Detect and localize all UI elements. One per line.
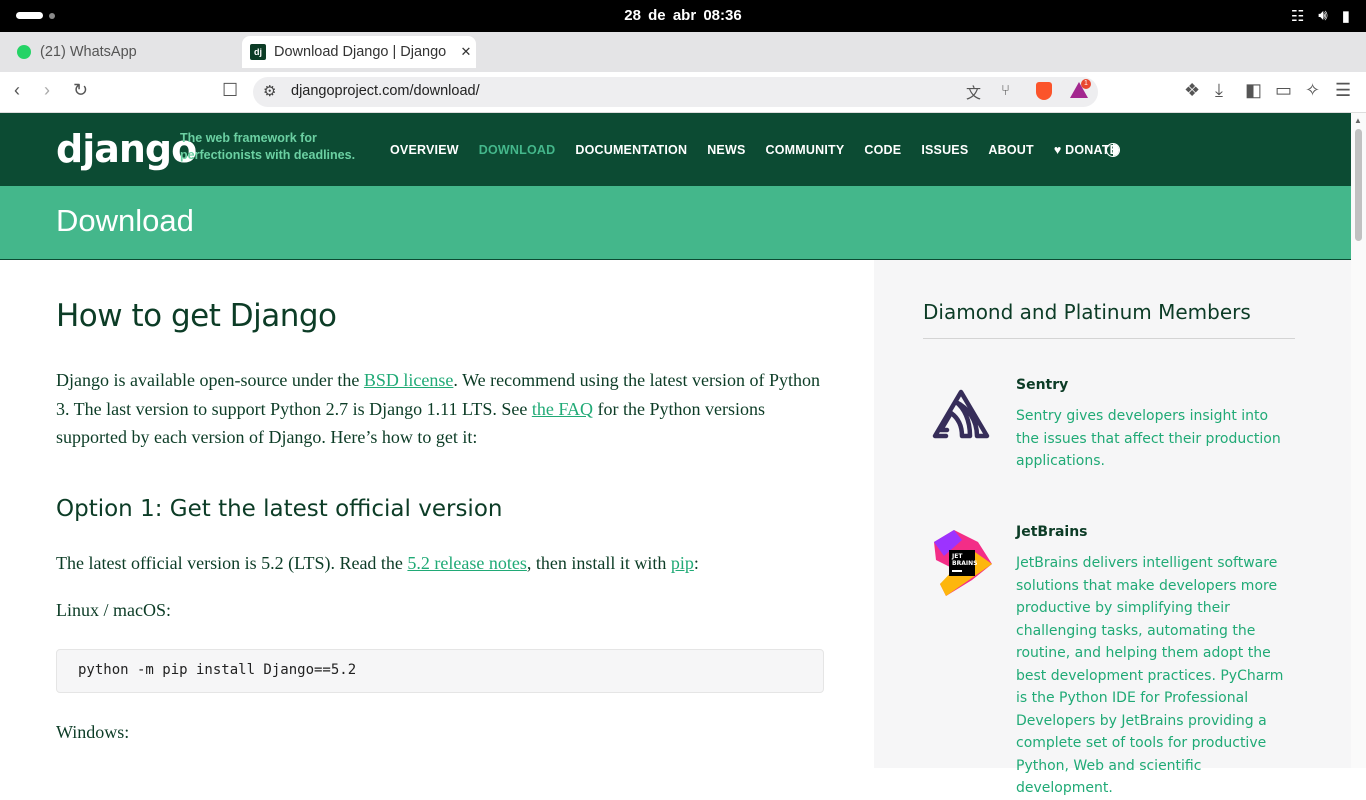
main-content: How to get Django Django is available op… [0,260,874,768]
system-top-bar: 28 de abr 08:36 ☷ 🔊︎ ▮ [0,0,1366,32]
linux-label: Linux / macOS: [56,600,171,620]
heading-option-1: Option 1: Get the latest official versio… [56,496,503,522]
option1-paragraph: The latest official version is 5.2 (LTS)… [56,553,699,573]
divider [923,338,1295,339]
faq-link[interactable]: the FAQ [532,399,593,419]
sidebar-toggle-icon[interactable]: ◧ [1245,80,1262,101]
member-name-sentry[interactable]: Sentry [1016,377,1068,393]
intro-paragraph: Django is available open-source under th… [56,370,821,448]
nav-issues[interactable]: ISSUES [921,143,968,157]
sponsors-sidebar: Diamond and Platinum Members Sentry Sent… [874,260,1351,796]
django-favicon: dj [250,44,266,60]
close-tab-icon[interactable]: ✕ [456,44,476,60]
translate-icon[interactable]: 文 [966,82,981,103]
install-command-block[interactable]: python -m pip install Django==5.2 [56,649,824,693]
rewards-badge: 1 [1081,79,1091,89]
nav-news[interactable]: NEWS [707,143,745,157]
nav-code[interactable]: CODE [864,143,901,157]
heading-how-to-get: How to get Django [56,298,337,334]
brave-shields-icon[interactable] [1036,82,1052,100]
scroll-up-icon[interactable]: ▲ [1354,116,1362,125]
network-icon: ☷ [1290,8,1305,25]
address-bar[interactable]: ⚙ djangoproject.com/download/ 文 ⑂ 1 [253,77,1098,107]
back-icon[interactable]: ‹ [14,80,20,101]
release-notes-link[interactable]: 5.2 release notes [407,553,526,573]
svg-text:BRAINS: BRAINS [952,560,977,567]
tab-django-download[interactable]: dj Download Django | Django ✕ [242,36,476,68]
page-title-band: Download [0,186,1351,260]
svg-text:JET: JET [951,553,963,560]
tab-whatsapp[interactable]: (21) WhatsApp [8,37,234,67]
main-nav: OVERVIEW DOWNLOAD DOCUMENTATION NEWS COM… [390,143,1118,157]
site-tagline: The web framework for perfectionists wit… [180,131,356,162]
sponsors-heading: Diamond and Platinum Members [923,300,1251,324]
system-tray[interactable]: ☷ 🔊︎ ▮ [1291,7,1350,25]
clock[interactable]: 28 de abr 08:36 [0,7,1366,24]
downloads-icon[interactable]: ⤓ [1215,80,1223,101]
member-desc-sentry[interactable]: Sentry gives developers insight into the… [1016,405,1286,473]
member-name-jetbrains[interactable]: JetBrains [1016,524,1088,540]
pip-link[interactable]: pip [671,553,694,573]
nav-documentation[interactable]: DOCUMENTATION [575,143,687,157]
volume-icon: 🔊︎ [1318,7,1328,24]
battery-icon: ▮ [1341,8,1350,25]
tab-title: (21) WhatsApp [40,44,137,60]
install-command[interactable]: python -m pip install Django==5.2 [78,662,356,678]
menu-icon[interactable]: ☰ [1335,80,1351,101]
leo-ai-icon[interactable]: ✧ [1305,80,1320,101]
nav-community[interactable]: COMMUNITY [766,143,845,157]
page-scrollbar[interactable]: ▲ [1351,113,1366,768]
wallet-icon[interactable]: ▭ [1275,80,1292,101]
browser-toolbar: ‹ › ↻ ☐ ⚙ djangoproject.com/download/ 文 … [0,72,1366,113]
url-text[interactable]: djangoproject.com/download/ [291,83,480,99]
extensions-icon[interactable]: ❖ [1184,80,1200,101]
windows-label: Windows: [56,722,130,742]
nav-download[interactable]: DOWNLOAD [479,143,556,157]
django-logo[interactable]: django [56,127,197,171]
whatsapp-icon [16,44,32,60]
forward-icon[interactable]: › [44,80,50,101]
site-header: django The web framework for perfectioni… [0,113,1351,186]
page-title: Download [56,203,194,238]
jetbrains-logo-icon[interactable]: JET BRAINS [932,530,994,598]
reload-icon[interactable]: ↻ [73,80,88,101]
member-desc-jetbrains[interactable]: JetBrains delivers intelligent software … [1016,552,1286,800]
bookmark-icon[interactable]: ☐ [222,80,238,101]
bsd-license-link[interactable]: BSD license [364,370,454,390]
sentry-logo-icon[interactable] [932,388,990,440]
nav-about[interactable]: ABOUT [988,143,1033,157]
tab-strip: (21) WhatsApp dj Download Django | Djang… [0,32,1366,93]
nav-overview[interactable]: OVERVIEW [390,143,459,157]
tab-title: Download Django | Django [274,44,447,60]
scrollbar-thumb[interactable] [1355,129,1362,241]
site-settings-icon[interactable]: ⚙ [263,82,276,100]
theme-toggle-icon[interactable] [1106,143,1120,157]
share-icon[interactable]: ⑂ [1001,82,1010,99]
